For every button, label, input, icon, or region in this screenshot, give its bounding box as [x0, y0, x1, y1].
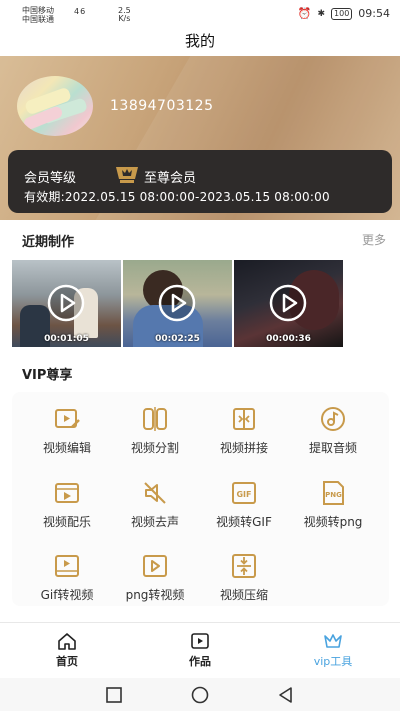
- svg-text:PNG: PNG: [325, 491, 342, 499]
- user-phone: 13894703125: [110, 98, 214, 114]
- vip-section: VIP尊享 视频编辑 视频分割 视频拼接 提取音频 视频配乐 视频去声 GIF: [0, 360, 400, 622]
- video-edit-icon: [55, 409, 80, 428]
- home-button[interactable]: [191, 686, 209, 704]
- tool-video-music[interactable]: 视频配乐: [22, 479, 112, 530]
- tool-label: 视频转png: [303, 515, 363, 529]
- tab-vip-tools[interactable]: vip工具: [283, 632, 383, 669]
- mute-icon: [144, 482, 166, 504]
- png-icon: PNG: [323, 481, 344, 505]
- back-button[interactable]: [277, 686, 295, 704]
- play-icon: [47, 284, 85, 322]
- tab-home[interactable]: 首页: [17, 632, 117, 669]
- tool-label: 提取音频: [308, 441, 357, 455]
- tool-label: 视频拼接: [219, 441, 268, 455]
- works-icon: [191, 633, 209, 649]
- tool-video-to-png[interactable]: PNG 视频转png: [288, 479, 378, 530]
- network-speed: 2.5 K/s: [118, 6, 131, 23]
- tool-label: Gif转视频: [40, 588, 94, 602]
- tool-video-edit[interactable]: 视频编辑: [22, 405, 112, 456]
- video-music-icon: [55, 483, 79, 503]
- video-duration: 00:01:05: [44, 334, 89, 344]
- member-level-value: 至尊会员: [144, 171, 197, 186]
- tool-extract-audio[interactable]: 提取音频: [288, 405, 378, 456]
- vip-crown-icon: [324, 634, 342, 648]
- carrier-info: 中国移动 中国联通 46 2.5 K/s: [22, 6, 131, 24]
- gif-to-video-icon: [55, 555, 79, 577]
- video-split-icon: [143, 407, 167, 431]
- tool-png-to-video[interactable]: png转视频: [110, 552, 200, 603]
- tab-label: vip工具: [313, 655, 353, 668]
- recent-title: 近期制作: [22, 235, 75, 250]
- avatar[interactable]: [17, 76, 93, 136]
- tab-works[interactable]: 作品: [150, 632, 250, 669]
- compress-icon: [232, 554, 256, 578]
- alarm-icon: ⏰: [297, 7, 312, 20]
- tab-label: 作品: [189, 655, 211, 668]
- network-type: 46: [74, 7, 87, 16]
- recent-videos: 00:01:05 00:02:25 00:00:36: [12, 260, 343, 347]
- vip-tools-grid: 视频编辑 视频分割 视频拼接 提取音频 视频配乐 视频去声 GIF 视频转GIF…: [12, 392, 389, 606]
- carrier-1: 中国移动: [22, 6, 54, 15]
- tool-label: 视频去声: [130, 515, 179, 529]
- play-icon: [269, 284, 307, 322]
- tool-mute[interactable]: 视频去声: [110, 479, 200, 530]
- extract-audio-icon: [321, 407, 345, 431]
- tab-label: 首页: [56, 655, 78, 668]
- member-level-label: 会员等级: [24, 171, 77, 186]
- video-thumbnail[interactable]: 00:01:05: [12, 260, 121, 347]
- tool-label: 视频分割: [130, 441, 179, 455]
- tool-video-merge[interactable]: 视频拼接: [199, 405, 289, 456]
- membership-card[interactable]: 会员等级 至尊会员 有效期:2022.05.15 08:00:00-2023.0…: [8, 150, 392, 213]
- svg-text:GIF: GIF: [236, 490, 251, 499]
- play-icon: [158, 284, 196, 322]
- tool-video-compress[interactable]: 视频压缩: [199, 552, 289, 603]
- vip-title: VIP尊享: [22, 368, 73, 383]
- home-icon: [58, 633, 76, 650]
- video-duration: 00:00:36: [266, 334, 311, 344]
- status-bar: 中国移动 中国联通 46 2.5 K/s ⏰ ✱ 100 09:54: [0, 0, 400, 30]
- video-thumbnail[interactable]: 00:02:25: [123, 260, 232, 347]
- video-thumbnail[interactable]: 00:00:36: [234, 260, 343, 347]
- recents-button[interactable]: [105, 686, 123, 704]
- bottom-tab-bar: 首页 作品 vip工具: [0, 622, 400, 678]
- tool-label: 视频压缩: [219, 588, 268, 602]
- video-duration: 00:02:25: [155, 334, 200, 344]
- recent-section: 近期制作 更多 00:01:05 00:02:25 00:00:36: [0, 220, 400, 360]
- more-link[interactable]: 更多: [362, 231, 386, 248]
- carrier-2: 中国联通: [22, 15, 54, 24]
- clock: 09:54: [358, 7, 390, 20]
- battery-icon: 100: [331, 7, 353, 20]
- gif-icon: GIF: [232, 482, 256, 504]
- page-title: 我的: [0, 30, 400, 56]
- tool-label: 视频配乐: [42, 515, 91, 529]
- membership-validity: 有效期:2022.05.15 08:00:00-2023.05.15 08:00…: [24, 190, 330, 204]
- system-nav-bar: [0, 678, 400, 711]
- tool-label: 视频编辑: [42, 441, 91, 455]
- tool-video-to-gif[interactable]: GIF 视频转GIF: [199, 479, 289, 530]
- tool-label: 视频转GIF: [216, 515, 272, 529]
- tool-label: png转视频: [125, 588, 185, 602]
- tool-video-split[interactable]: 视频分割: [110, 405, 200, 456]
- trophy-icon: [116, 167, 138, 183]
- bluetooth-icon: ✱: [317, 8, 326, 19]
- status-icons: ⏰ ✱ 100 09:54: [298, 7, 390, 20]
- tool-gif-to-video[interactable]: Gif转视频: [22, 552, 112, 603]
- png-to-video-icon: [143, 555, 167, 577]
- video-merge-icon: [233, 408, 255, 430]
